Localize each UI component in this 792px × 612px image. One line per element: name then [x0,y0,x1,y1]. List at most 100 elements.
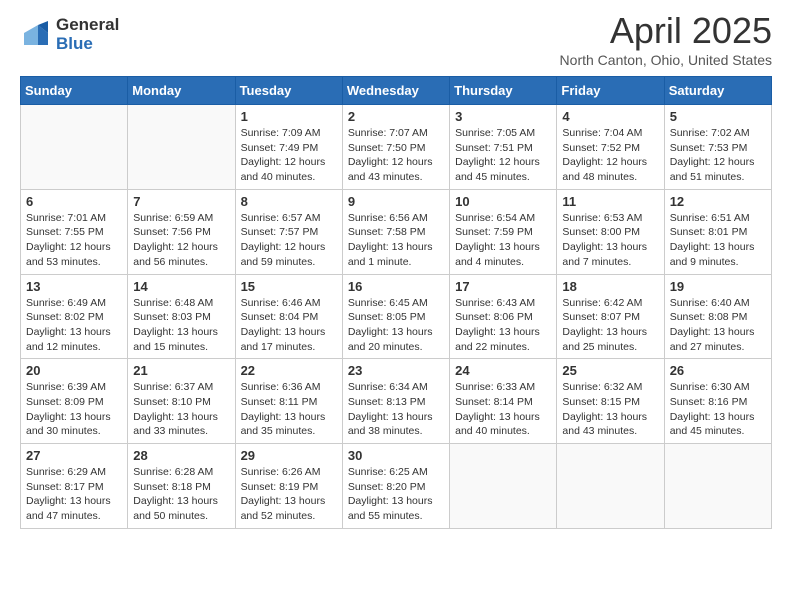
day-number: 8 [241,194,337,209]
calendar-cell: 28Sunrise: 6:28 AM Sunset: 8:18 PM Dayli… [128,444,235,529]
day-number: 9 [348,194,444,209]
day-info: Sunrise: 6:34 AM Sunset: 8:13 PM Dayligh… [348,380,444,439]
calendar-cell: 2 Sunrise: 7:07 AM Sunset: 7:50 PM Daylig… [342,105,449,190]
day-info: Sunrise: 6:45 AM Sunset: 8:05 PM Dayligh… [348,296,444,355]
calendar-cell: 12Sunrise: 6:51 AM Sunset: 8:01 PM Dayli… [664,189,771,274]
logo-blue: Blue [56,35,119,54]
day-number: 21 [133,363,229,378]
calendar-cell: 4Sunrise: 7:04 AM Sunset: 7:52 PM Daylig… [557,105,664,190]
calendar-cell: 24 Sunrise: 6:33 AM Sunset: 8:14 PM Dayli… [450,359,557,444]
day-info: Sunrise: 6:40 AM Sunset: 8:08 PM Dayligh… [670,296,766,355]
day-number: 16 [348,279,444,294]
day-info: Sunrise: 6:32 AM Sunset: 8:15 PM Dayligh… [562,380,658,439]
calendar-cell [21,105,128,190]
calendar-week-row: 13 Sunrise: 6:49 AM Sunset: 8:02 PM Dayli… [21,274,772,359]
calendar-cell: 20 Sunrise: 6:39 AM Sunset: 8:09 PM Dayli… [21,359,128,444]
calendar-cell [664,444,771,529]
calendar-cell: 3 Sunrise: 7:05 AM Sunset: 7:51 PM Daylig… [450,105,557,190]
day-number: 2 [348,109,444,124]
calendar-week-row: 27 Sunrise: 6:29 AM Sunset: 8:17 PM Dayli… [21,444,772,529]
day-info: Sunrise: 6:29 AM Sunset: 8:17 PM Dayligh… [26,465,122,524]
day-info: Sunrise: 6:48 AM Sunset: 8:03 PM Dayligh… [133,296,229,355]
day-info: Sunrise: 6:53 AM Sunset: 8:00 PM Dayligh… [562,211,658,270]
day-info: Sunrise: 6:54 AM Sunset: 7:59 PM Dayligh… [455,211,551,270]
calendar-week-row: 1Sunrise: 7:09 AM Sunset: 7:49 PM Daylig… [21,105,772,190]
calendar-cell: 1Sunrise: 7:09 AM Sunset: 7:49 PM Daylig… [235,105,342,190]
calendar-cell [128,105,235,190]
day-info: Sunrise: 7:01 AM Sunset: 7:55 PM Dayligh… [26,211,122,270]
calendar-cell: 14 Sunrise: 6:48 AM Sunset: 8:03 PM Dayli… [128,274,235,359]
day-info: Sunrise: 7:07 AM Sunset: 7:50 PM Dayligh… [348,126,444,185]
day-number: 30 [348,448,444,463]
day-number: 5 [670,109,766,124]
calendar-cell: 9 Sunrise: 6:56 AM Sunset: 7:58 PM Daylig… [342,189,449,274]
day-number: 14 [133,279,229,294]
title-area: April 2025 North Canton, Ohio, United St… [560,10,772,68]
calendar-cell: 16 Sunrise: 6:45 AM Sunset: 8:05 PM Dayli… [342,274,449,359]
day-info: Sunrise: 6:49 AM Sunset: 8:02 PM Dayligh… [26,296,122,355]
day-number: 11 [562,194,658,209]
day-info: Sunrise: 6:56 AM Sunset: 7:58 PM Dayligh… [348,211,444,270]
calendar-cell: 18Sunrise: 6:42 AM Sunset: 8:07 PM Dayli… [557,274,664,359]
calendar-cell: 19 Sunrise: 6:40 AM Sunset: 8:08 PM Dayli… [664,274,771,359]
weekday-header: Thursday [450,77,557,105]
calendar-cell: 11 Sunrise: 6:53 AM Sunset: 8:00 PM Dayli… [557,189,664,274]
logo-general: General [56,16,119,35]
calendar-cell: 29 Sunrise: 6:26 AM Sunset: 8:19 PM Dayli… [235,444,342,529]
day-number: 22 [241,363,337,378]
page-header: General Blue April 2025 North Canton, Oh… [20,10,772,68]
day-number: 27 [26,448,122,463]
day-info: Sunrise: 6:33 AM Sunset: 8:14 PM Dayligh… [455,380,551,439]
day-number: 28 [133,448,229,463]
day-info: Sunrise: 6:30 AM Sunset: 8:16 PM Dayligh… [670,380,766,439]
day-number: 3 [455,109,551,124]
day-number: 17 [455,279,551,294]
day-info: Sunrise: 6:26 AM Sunset: 8:19 PM Dayligh… [241,465,337,524]
weekday-header: Saturday [664,77,771,105]
weekday-header: Sunday [21,77,128,105]
day-number: 20 [26,363,122,378]
calendar-cell: 26 Sunrise: 6:30 AM Sunset: 8:16 PM Dayli… [664,359,771,444]
day-info: Sunrise: 6:36 AM Sunset: 8:11 PM Dayligh… [241,380,337,439]
weekday-header: Friday [557,77,664,105]
logo-icon [20,19,52,51]
day-info: Sunrise: 6:42 AM Sunset: 8:07 PM Dayligh… [562,296,658,355]
calendar-cell: 5Sunrise: 7:02 AM Sunset: 7:53 PM Daylig… [664,105,771,190]
calendar-cell: 17 Sunrise: 6:43 AM Sunset: 8:06 PM Dayli… [450,274,557,359]
day-number: 7 [133,194,229,209]
calendar-cell: 22 Sunrise: 6:36 AM Sunset: 8:11 PM Dayli… [235,359,342,444]
day-info: Sunrise: 6:46 AM Sunset: 8:04 PM Dayligh… [241,296,337,355]
logo: General Blue [20,16,119,53]
calendar-week-row: 20 Sunrise: 6:39 AM Sunset: 8:09 PM Dayli… [21,359,772,444]
day-info: Sunrise: 6:37 AM Sunset: 8:10 PM Dayligh… [133,380,229,439]
weekday-header: Tuesday [235,77,342,105]
day-number: 13 [26,279,122,294]
day-info: Sunrise: 7:05 AM Sunset: 7:51 PM Dayligh… [455,126,551,185]
day-info: Sunrise: 6:39 AM Sunset: 8:09 PM Dayligh… [26,380,122,439]
location: North Canton, Ohio, United States [560,52,772,68]
day-info: Sunrise: 6:57 AM Sunset: 7:57 PM Dayligh… [241,211,337,270]
day-number: 24 [455,363,551,378]
calendar-cell: 27 Sunrise: 6:29 AM Sunset: 8:17 PM Dayli… [21,444,128,529]
day-number: 6 [26,194,122,209]
day-number: 23 [348,363,444,378]
calendar-cell [450,444,557,529]
day-number: 19 [670,279,766,294]
day-number: 29 [241,448,337,463]
day-info: Sunrise: 6:51 AM Sunset: 8:01 PM Dayligh… [670,211,766,270]
day-info: Sunrise: 7:04 AM Sunset: 7:52 PM Dayligh… [562,126,658,185]
weekday-header-row: SundayMondayTuesdayWednesdayThursdayFrid… [21,77,772,105]
day-number: 26 [670,363,766,378]
calendar-cell: 30Sunrise: 6:25 AM Sunset: 8:20 PM Dayli… [342,444,449,529]
calendar: SundayMondayTuesdayWednesdayThursdayFrid… [20,76,772,529]
calendar-cell: 8 Sunrise: 6:57 AM Sunset: 7:57 PM Daylig… [235,189,342,274]
calendar-cell: 23 Sunrise: 6:34 AM Sunset: 8:13 PM Dayli… [342,359,449,444]
calendar-cell: 15 Sunrise: 6:46 AM Sunset: 8:04 PM Dayli… [235,274,342,359]
day-info: Sunrise: 6:59 AM Sunset: 7:56 PM Dayligh… [133,211,229,270]
calendar-week-row: 6 Sunrise: 7:01 AM Sunset: 7:55 PM Daylig… [21,189,772,274]
day-number: 15 [241,279,337,294]
calendar-cell: 21 Sunrise: 6:37 AM Sunset: 8:10 PM Dayli… [128,359,235,444]
day-info: Sunrise: 6:43 AM Sunset: 8:06 PM Dayligh… [455,296,551,355]
calendar-cell: 7 Sunrise: 6:59 AM Sunset: 7:56 PM Daylig… [128,189,235,274]
month-title: April 2025 [560,10,772,52]
